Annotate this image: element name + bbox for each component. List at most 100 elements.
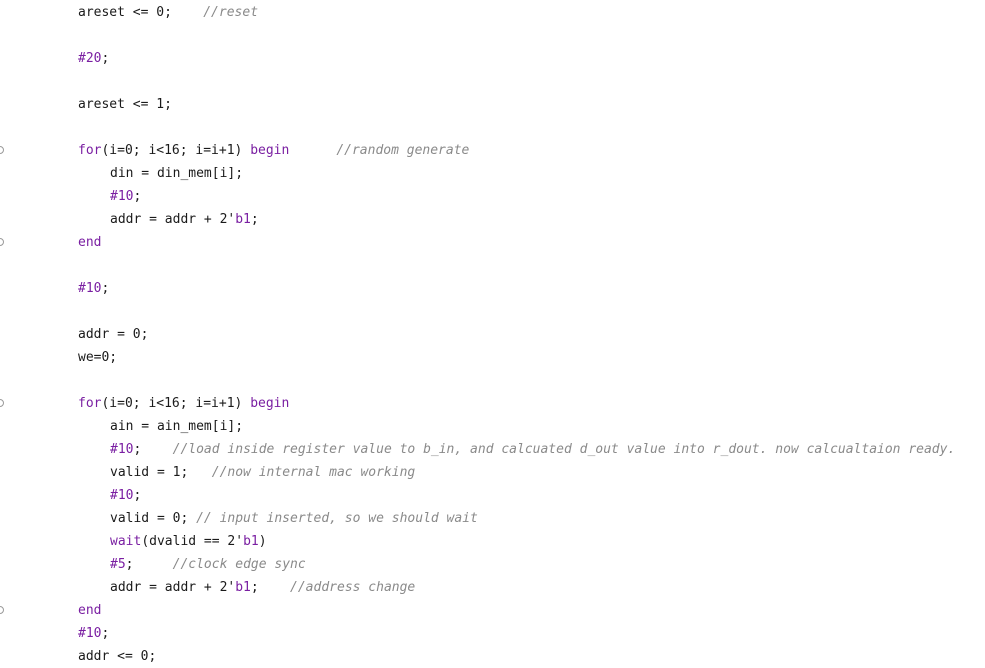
- text-token: ;: [250, 212, 259, 227]
- code-text: addr = addr + 2'b1; //address change: [110, 576, 415, 599]
- gutter: [0, 162, 12, 185]
- text-token: ;: [133, 488, 142, 503]
- keyword-token: #5: [110, 557, 126, 572]
- code-text: valid = 0; // input inserted, so we shou…: [110, 507, 478, 530]
- code-text: #20;: [78, 47, 109, 70]
- code-editor[interactable]: areset <= 0; //reset #20; areset <= 1; for(…: [0, 0, 985, 664]
- code-line[interactable]: #5; //clock edge sync: [0, 553, 985, 576]
- gutter: [0, 231, 12, 254]
- gutter: [0, 1, 12, 24]
- comment-token: //load inside register value to b_in, an…: [172, 442, 956, 457]
- comment-token: //random generate: [336, 143, 470, 158]
- code-text: valid = 1; //now internal mac working: [110, 461, 415, 484]
- gutter: [0, 507, 12, 530]
- code-line[interactable]: #10;: [0, 622, 985, 645]
- code-line[interactable]: end: [0, 599, 985, 622]
- keyword-token: for: [78, 143, 102, 158]
- gutter: [0, 599, 12, 622]
- code-line[interactable]: din = din_mem[i];: [0, 162, 985, 185]
- code-text: end: [78, 231, 101, 254]
- keyword-token: #10: [78, 626, 102, 641]
- gutter: [0, 461, 12, 484]
- comment-token: //address change: [290, 580, 416, 595]
- code-text: we=0;: [78, 346, 117, 369]
- text-token: valid = 0;: [110, 511, 197, 526]
- code-text: addr <= 0;: [78, 645, 156, 668]
- text-token: ;: [125, 557, 173, 572]
- code-line[interactable]: for(i=0; i<16; i=i+1) begin: [0, 392, 985, 415]
- code-line[interactable]: [0, 116, 985, 139]
- keyword-token: begin: [250, 143, 290, 158]
- code-line[interactable]: valid = 1; //now internal mac working: [0, 461, 985, 484]
- fold-toggle-icon[interactable]: [0, 606, 4, 614]
- code-line[interactable]: addr <= 0;: [0, 645, 985, 668]
- code-line[interactable]: valid = 0; // input inserted, so we shou…: [0, 507, 985, 530]
- fold-toggle-icon[interactable]: [0, 399, 4, 407]
- code-text: areset <= 0; //reset: [78, 1, 258, 24]
- text-token: ;: [133, 189, 142, 204]
- text-token: (dvalid == 2': [141, 534, 244, 549]
- code-line[interactable]: addr = addr + 2'b1; //address change: [0, 576, 985, 599]
- code-line[interactable]: [0, 254, 985, 277]
- code-line[interactable]: #10;: [0, 185, 985, 208]
- gutter: [0, 323, 12, 346]
- code-line[interactable]: ain = ain_mem[i];: [0, 415, 985, 438]
- number-token: b1: [235, 580, 251, 595]
- comment-token: //reset: [203, 5, 259, 20]
- gutter: [0, 576, 12, 599]
- code-text: end: [78, 599, 101, 622]
- comment-token: //clock edge sync: [172, 557, 306, 572]
- gutter: [0, 24, 12, 47]
- number-token: b1: [235, 212, 251, 227]
- gutter: [0, 47, 12, 70]
- comment-token: // input inserted, so we should wait: [196, 511, 478, 526]
- gutter: [0, 277, 12, 300]
- fold-toggle-icon[interactable]: [0, 146, 4, 154]
- gutter: [0, 622, 12, 645]
- code-line[interactable]: #10; //load inside register value to b_i…: [0, 438, 985, 461]
- code-line[interactable]: [0, 70, 985, 93]
- code-line[interactable]: addr = 0;: [0, 323, 985, 346]
- code-text: addr = 0;: [78, 323, 148, 346]
- keyword-token: #20: [78, 51, 102, 66]
- text-token: ;: [101, 626, 110, 641]
- code-line[interactable]: for(i=0; i<16; i=i+1) begin //random gen…: [0, 139, 985, 162]
- code-line[interactable]: areset <= 1;: [0, 93, 985, 116]
- gutter: [0, 300, 12, 323]
- text-token: din = din_mem[i];: [110, 166, 244, 181]
- code-line[interactable]: #10;: [0, 484, 985, 507]
- code-text: #10;: [110, 185, 141, 208]
- gutter: [0, 392, 12, 415]
- gutter: [0, 185, 12, 208]
- code-text: din = din_mem[i];: [110, 162, 243, 185]
- gutter: [0, 645, 12, 668]
- text-token: ): [258, 534, 267, 549]
- keyword-token: #10: [110, 488, 134, 503]
- keyword-token: end: [78, 235, 102, 250]
- code-line[interactable]: [0, 300, 985, 323]
- code-line[interactable]: #20;: [0, 47, 985, 70]
- gutter: [0, 530, 12, 553]
- code-line[interactable]: we=0;: [0, 346, 985, 369]
- gutter: [0, 70, 12, 93]
- code-line[interactable]: wait(dvalid == 2'b1): [0, 530, 985, 553]
- code-text: #10; //load inside register value to b_i…: [110, 438, 955, 461]
- code-line[interactable]: [0, 369, 985, 392]
- fold-toggle-icon[interactable]: [0, 238, 4, 246]
- code-line[interactable]: addr = addr + 2'b1;: [0, 208, 985, 231]
- keyword-token: begin: [250, 396, 290, 411]
- keyword-token: #10: [78, 281, 102, 296]
- code-line[interactable]: #10;: [0, 277, 985, 300]
- code-line[interactable]: areset <= 0; //reset: [0, 1, 985, 24]
- code-text: #5; //clock edge sync: [110, 553, 306, 576]
- text-token: ;: [101, 51, 110, 66]
- text-token: areset <= 0;: [78, 5, 204, 20]
- code-line[interactable]: [0, 24, 985, 47]
- text-token: valid = 1;: [110, 465, 212, 480]
- text-token: ;: [101, 281, 110, 296]
- text-token: addr = addr + 2': [110, 212, 236, 227]
- code-line[interactable]: end: [0, 231, 985, 254]
- text-token: (i=0; i<16; i=i+1): [101, 143, 251, 158]
- keyword-token: wait: [110, 534, 142, 549]
- gutter: [0, 254, 12, 277]
